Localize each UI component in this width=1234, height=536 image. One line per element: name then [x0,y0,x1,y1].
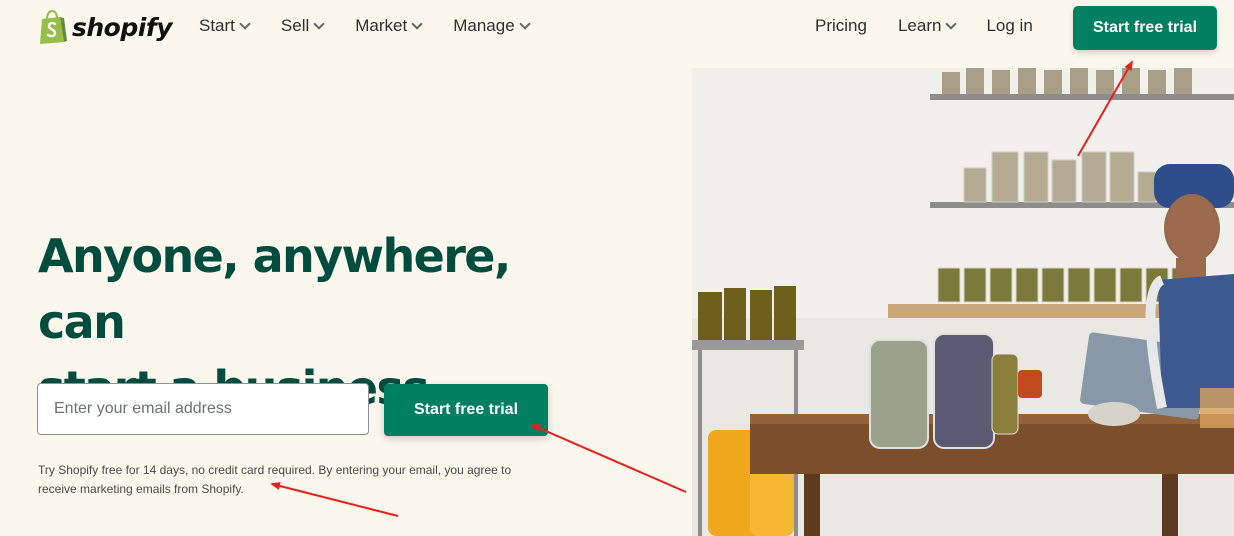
disclaimer-line: receive marketing emails from Shopify. [38,482,244,496]
chevron-down-icon [313,17,325,30]
nav-item-pricing[interactable]: Pricing [815,16,867,36]
hero-photo [692,68,1234,536]
hero-start-trial-button[interactable]: Start free trial [384,384,548,436]
nav-item-start[interactable]: Start [199,16,251,36]
email-input[interactable] [37,383,369,435]
annotation-arrow [530,424,687,493]
nav-item-sell[interactable]: Sell [280,16,325,36]
nav-item-login[interactable]: Log in [986,16,1032,36]
nav-item-market[interactable]: Market [355,16,423,36]
nav-item-label: Manage [453,16,515,35]
logo-wordmark: shopify [72,12,173,42]
chevron-down-icon [519,17,531,30]
chevron-down-icon [945,17,958,30]
primary-nav: Start Sell Market Manage [199,16,531,36]
shopify-logo[interactable]: shopify [38,10,173,44]
nav-item-manage[interactable]: Manage [453,16,531,36]
nav-item-label: Start [199,16,235,35]
chevron-down-icon [411,17,423,30]
nav-item-label: Sell [280,16,310,35]
disclaimer-line: Try Shopify free for 14 days, no credit … [38,463,512,477]
header-start-trial-button[interactable]: Start free trial [1073,6,1217,50]
nav-item-learn[interactable]: Learn [897,16,958,36]
nav-item-label: Learn [897,16,942,35]
chevron-down-icon [239,17,251,30]
hero-title-line: Anyone, anywhere, can [38,229,511,349]
nav-item-label: Pricing [815,16,867,35]
nav-item-label: Log in [986,16,1033,35]
nav-item-label: Market [355,16,408,35]
secondary-nav: Pricing Learn Log in [815,16,1033,36]
shopify-bag-icon [40,10,67,44]
trial-disclaimer: Try Shopify free for 14 days, no credit … [38,461,538,499]
